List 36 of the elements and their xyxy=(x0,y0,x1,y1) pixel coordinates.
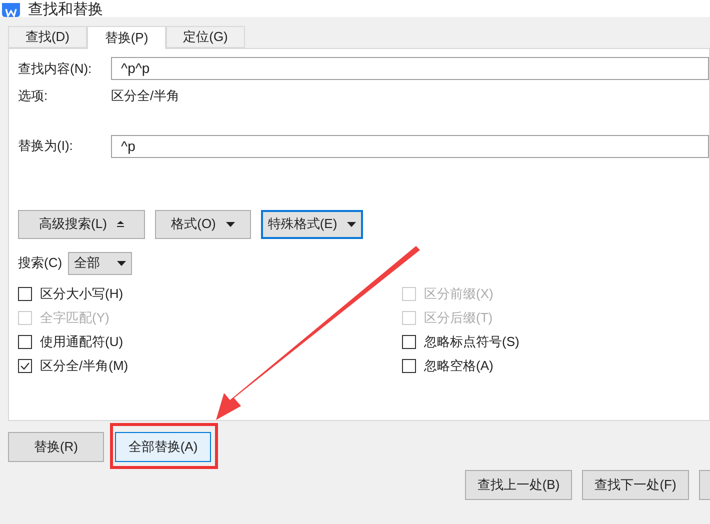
nav-button[interactable]: 查找下一处(F) xyxy=(582,470,689,500)
checkbox[interactable] xyxy=(402,334,416,348)
tab[interactable]: 替换(P) xyxy=(87,26,166,49)
checkbox[interactable] xyxy=(18,286,32,300)
tab[interactable]: 定位(G) xyxy=(166,26,245,48)
replace-button[interactable]: 全部替换(A) xyxy=(115,432,211,462)
options-label: 选项: xyxy=(18,87,49,105)
field-label: 替换为(I): xyxy=(18,137,74,156)
input-field[interactable]: ^p^p xyxy=(111,57,709,80)
replace-button[interactable]: 替换(R) xyxy=(8,432,104,462)
tool-button[interactable]: 特殊格式(E) xyxy=(261,210,363,238)
options-value: 区分全/半角 xyxy=(111,87,180,105)
checkbox-label: 区分前缀(X) xyxy=(424,284,494,303)
checkbox-label: 忽略标点符号(S) xyxy=(424,332,520,351)
window-title: 查找和替换 xyxy=(28,2,103,17)
nav-button[interactable]: 查找上一处(B) xyxy=(465,470,572,500)
checkbox-label: 使用通配符(U) xyxy=(40,332,124,351)
input-field[interactable]: ^p xyxy=(111,134,709,158)
search-label: 搜索(C) xyxy=(18,254,62,272)
checkbox-label: 区分全/半角(M) xyxy=(40,356,128,375)
checkbox[interactable] xyxy=(18,334,32,348)
tab[interactable]: 查找(D) xyxy=(8,26,87,48)
checkbox-label: 区分大小写(H) xyxy=(40,284,124,303)
checkbox[interactable] xyxy=(402,358,416,372)
search-dropdown[interactable]: 全部 xyxy=(68,252,132,274)
collapse-icon xyxy=(116,221,124,227)
checkbox-label: 区分后缀(T) xyxy=(424,308,493,327)
dropdown-icon xyxy=(347,222,356,226)
field-label: 查找内容(N): xyxy=(18,60,93,78)
checkbox-label: 全字匹配(Y) xyxy=(40,308,110,327)
checkbox[interactable] xyxy=(18,358,32,372)
dropdown-icon xyxy=(117,260,126,266)
tool-button[interactable]: 格式(O) xyxy=(155,210,251,238)
checkbox-label: 忽略空格(A) xyxy=(424,356,494,375)
dropdown-icon xyxy=(226,222,235,226)
tool-button[interactable]: 高级搜索(L) xyxy=(18,210,145,238)
